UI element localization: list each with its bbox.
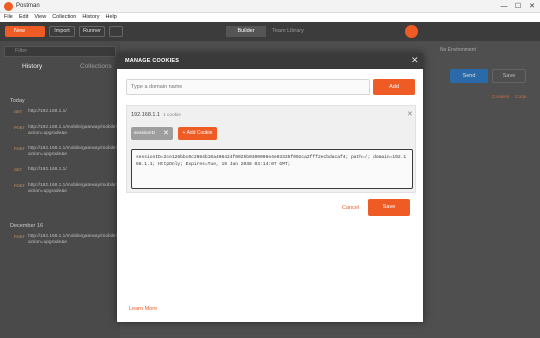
save-cookie-button[interactable]: Save [368,199,410,216]
code-link[interactable]: Code [515,95,526,100]
modal-header: MANAGE COOKIES ✕ [117,53,423,69]
filter-input[interactable]: Filter [4,46,116,57]
menu-file[interactable]: File [4,13,13,22]
toolbar: New Import Runner Builder Team Library [0,22,540,41]
method-label: POST [14,125,25,130]
close-window-button[interactable]: ✕ [525,1,539,12]
domain-name: 192.168.1.1 [131,112,161,118]
new-button[interactable]: New [5,26,45,37]
menu-history[interactable]: History [82,13,99,22]
domain-input[interactable] [126,79,370,95]
domain-card: 192.168.1.1 1 cookie ✕ sessionID ✕ + Add… [126,105,416,193]
url-label: http://192.168.1.1/ [28,109,67,114]
maximize-button[interactable]: ☐ [511,1,525,12]
environment-select[interactable]: No Environment [440,47,476,53]
tab-history[interactable]: History [22,63,42,70]
method-label: POST [14,146,25,151]
add-domain-button[interactable]: Add [373,79,415,95]
import-button[interactable]: Import [49,26,75,37]
method-label: GET [14,109,23,114]
runner-button[interactable]: Runner [79,26,105,37]
menu-view[interactable]: View [34,13,46,22]
menu-edit[interactable]: Edit [19,13,28,22]
new-window-button[interactable] [109,26,123,37]
menu-help[interactable]: Help [105,13,116,22]
remove-domain-icon[interactable]: ✕ [407,110,413,118]
url-label: http://192.168.1.1/mobile/gateway/mobile… [28,125,119,136]
close-icon[interactable]: ✕ [411,55,419,66]
url-label: http://192.168.1.1/mobile/gateway/mobile… [28,183,119,194]
tab-builder[interactable]: Builder [226,26,266,37]
method-label: POST [14,234,25,239]
section-december: December 16 [10,223,44,229]
title-bar: Postman — ☐ ✕ [0,0,540,13]
cookie-count: 1 cookie [163,112,181,118]
url-label: http://192.168.1.1/mobile/gateway/mobile… [28,234,119,245]
new-button-label: New [14,28,26,34]
url-label: http://192.168.1.1/mobile/gateway/mobile… [28,146,119,157]
postman-logo-icon [4,2,13,11]
tab-team-library[interactable]: Team Library [266,26,310,37]
window-title: Postman [16,3,40,9]
manage-cookies-modal: MANAGE COOKIES ✕ Add 192.168.1.1 1 cooki… [117,53,423,322]
learn-more-link[interactable]: Learn More [129,306,157,312]
avatar[interactable] [405,25,418,38]
method-label: POST [14,183,25,188]
cookies-link[interactable]: Cookies [492,95,509,100]
tab-collections[interactable]: Collections [80,63,112,70]
menu-collection[interactable]: Collection [52,13,76,22]
modal-title: MANAGE COOKIES [125,58,180,64]
remove-cookie-icon[interactable]: ✕ [163,129,169,137]
section-today: Today [10,98,25,104]
method-label: GET [14,167,23,172]
send-button[interactable]: Send [450,69,488,83]
save-request-button[interactable]: Save [492,69,526,83]
url-label: http://192.168.1.1/ [28,167,67,172]
add-cookie-button[interactable]: + Add Cookie [178,127,217,140]
cancel-button[interactable]: Cancel [342,205,359,211]
menu-bar: File Edit View Collection History Help [0,13,540,22]
cookie-editor[interactable]: sessionID=2ce126bbc0c2084b10a408424f0025… [131,149,413,189]
minimize-button[interactable]: — [497,1,511,12]
history-sidebar: Filter History Collections Today GET htt… [0,41,120,338]
